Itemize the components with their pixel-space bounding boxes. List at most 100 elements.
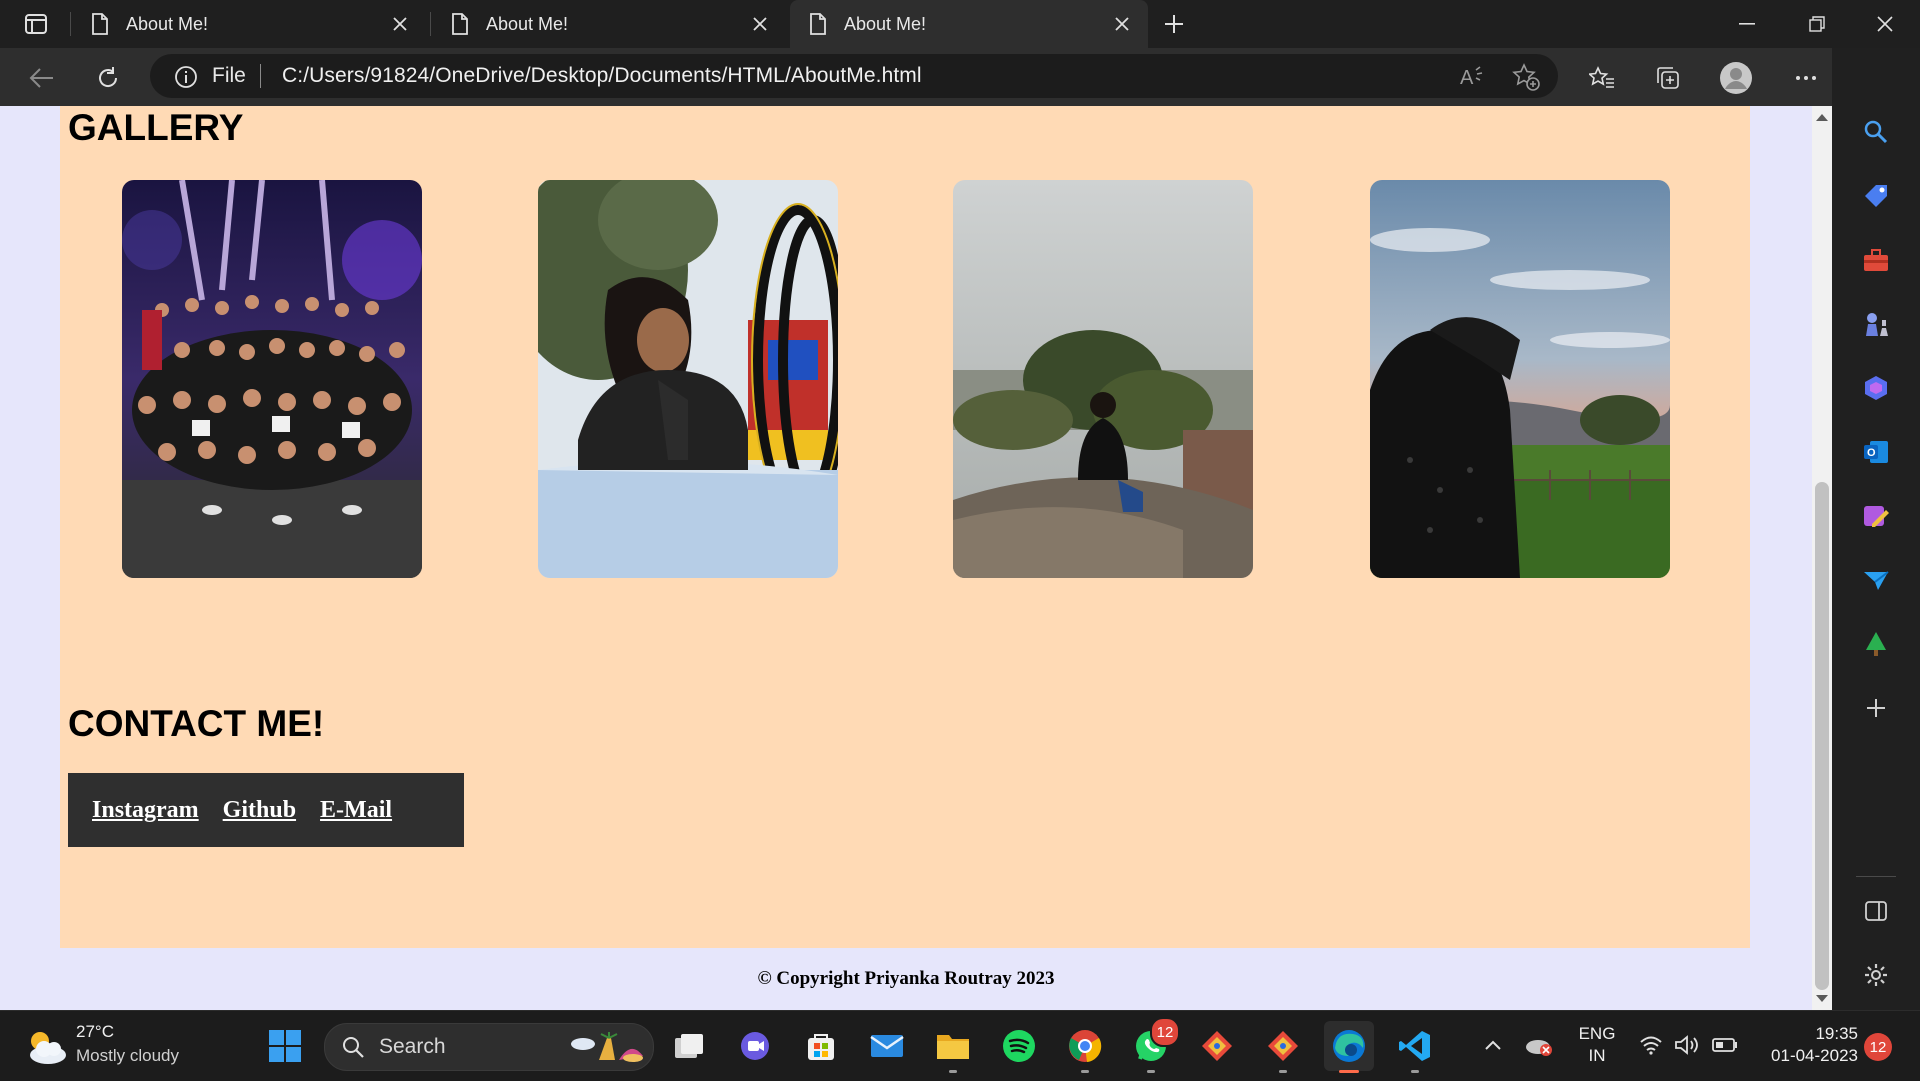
email-link[interactable]: E-Mail [320,797,392,824]
region-code: IN [1588,1046,1606,1065]
page-icon [452,13,468,35]
tab-about-me-3[interactable]: About Me! [790,0,1148,48]
taskbar-search-box[interactable]: Search [324,1023,654,1071]
web-page: GALLERY CONTACT ME! Instagram Github E-M… [0,106,1812,1010]
back-button[interactable] [24,60,60,96]
tab-title: About Me! [844,13,927,34]
gallery-heading: GALLERY [68,107,244,148]
battery-icon[interactable] [1710,1025,1740,1065]
minimize-button[interactable] [1724,8,1770,40]
tree-icon[interactable] [1854,622,1898,666]
refresh-button[interactable] [90,60,126,96]
more-options-icon[interactable] [1788,60,1824,96]
windows-start-icon[interactable] [260,1021,310,1071]
system-clock[interactable]: 19:35 01-04-2023 [1748,1023,1858,1067]
toolbox-icon[interactable] [1854,238,1898,282]
file-explorer-icon[interactable] [928,1021,978,1073]
gallery-photo-sunset [1370,180,1670,578]
svg-text:O: O [1867,447,1876,459]
running-indicator [1411,1070,1419,1073]
weather-description[interactable]: Mostly cloudy [76,1046,179,1066]
search-icon [343,1037,364,1058]
cloudy-weather-icon[interactable] [24,1027,68,1067]
onedrive-error-icon[interactable] [1522,1025,1556,1065]
running-indicator [1279,1070,1287,1073]
copilot-icon[interactable] [1854,366,1898,410]
page-icon [810,13,826,35]
clock-date: 01-04-2023 [1771,1046,1858,1065]
wifi-icon[interactable] [1636,1025,1666,1065]
close-icon[interactable] [388,12,412,36]
instagram-link[interactable]: Instagram [92,797,199,824]
tag-icon[interactable] [1854,174,1898,218]
browser-toolbar: File C:/Users/91824/OneDrive/Desktop/Doc… [0,48,1920,106]
show-hidden-icons-chevron-icon[interactable] [1480,1025,1506,1065]
running-indicator [949,1070,957,1073]
running-indicator [1081,1070,1089,1073]
new-tab-button[interactable] [1158,10,1190,38]
gallery-photo-group [122,180,422,578]
tab-about-me-2[interactable]: About Me! [432,0,786,48]
tab-separator [70,12,71,36]
microsoft-store-icon[interactable] [796,1021,846,1071]
close-window-button[interactable] [1862,8,1908,40]
chess-icon[interactable] [1854,302,1898,346]
contact-links-bar: Instagram Github E-Mail [68,773,464,847]
weather-temperature[interactable]: 27°C [76,1022,114,1042]
tab-strip: About Me! About Me! About Me! [0,0,1920,48]
add-icon[interactable] [1854,686,1898,730]
designer-icon[interactable] [1854,494,1898,538]
vertical-scrollbar[interactable] [1812,106,1832,1010]
chrome-icon[interactable] [1060,1021,1110,1073]
search-icon[interactable] [1854,110,1898,154]
close-icon[interactable] [748,12,772,36]
volume-icon[interactable] [1672,1025,1702,1065]
read-aloud-icon[interactable]: A [1458,64,1486,90]
close-icon[interactable] [1110,12,1134,36]
input-language-indicator[interactable]: ENG IN [1578,1023,1616,1067]
favorites-icon[interactable] [1584,60,1620,96]
divider [260,64,261,88]
git-tool-icon-2[interactable] [1258,1021,1308,1073]
settings-icon[interactable] [1854,953,1898,997]
tab-title: About Me! [126,13,209,34]
address-bar[interactable]: File C:/Users/91824/OneDrive/Desktop/Doc… [150,54,1558,98]
contact-heading: CONTACT ME! [68,703,325,744]
gallery-photo-valley [953,180,1253,578]
task-view-icon[interactable] [664,1021,714,1071]
collections-icon[interactable] [1650,60,1686,96]
info-icon[interactable] [174,65,198,89]
sidebar-divider [1856,876,1896,877]
outlook-icon[interactable]: O [1854,430,1898,474]
add-favorite-icon[interactable] [1512,63,1540,91]
tab-title: About Me! [486,13,569,34]
spotify-icon[interactable] [994,1021,1044,1071]
send-icon[interactable] [1854,558,1898,602]
scroll-thumb[interactable] [1815,482,1829,990]
split-screen-icon[interactable] [1854,889,1898,933]
vscode-icon[interactable] [1390,1021,1440,1073]
tab-about-me-1[interactable]: About Me! [72,0,426,48]
whatsapp-unread-badge: 12 [1150,1017,1180,1047]
mail-icon[interactable] [862,1021,912,1071]
content-panel: GALLERY CONTACT ME! Instagram Github E-M… [60,106,1750,948]
teams-chat-icon[interactable] [730,1021,780,1071]
windows-taskbar: 27°C Mostly cloudy Search 12 ENG IN 19:3… [0,1010,1920,1081]
tab-separator [430,12,431,36]
profile-avatar-icon[interactable] [1718,60,1754,96]
search-placeholder: Search [379,1035,446,1058]
edge-browser-icon[interactable] [1324,1021,1374,1073]
clock-time: 19:35 [1815,1024,1858,1043]
scroll-down-arrow-icon[interactable] [1816,995,1828,1002]
restore-button[interactable] [1794,8,1840,40]
notification-center-badge[interactable]: 12 [1864,1033,1892,1061]
git-tool-icon[interactable] [1192,1021,1242,1071]
scroll-up-arrow-icon[interactable] [1816,114,1828,121]
running-indicator [1147,1070,1155,1073]
tab-actions-icon[interactable] [16,10,56,38]
url-text[interactable]: C:/Users/91824/OneDrive/Desktop/Document… [282,64,922,88]
github-link[interactable]: Github [223,797,296,824]
search-highlight-icon [571,1032,643,1062]
active-indicator [1339,1070,1359,1073]
whatsapp-icon[interactable]: 12 [1126,1017,1180,1073]
